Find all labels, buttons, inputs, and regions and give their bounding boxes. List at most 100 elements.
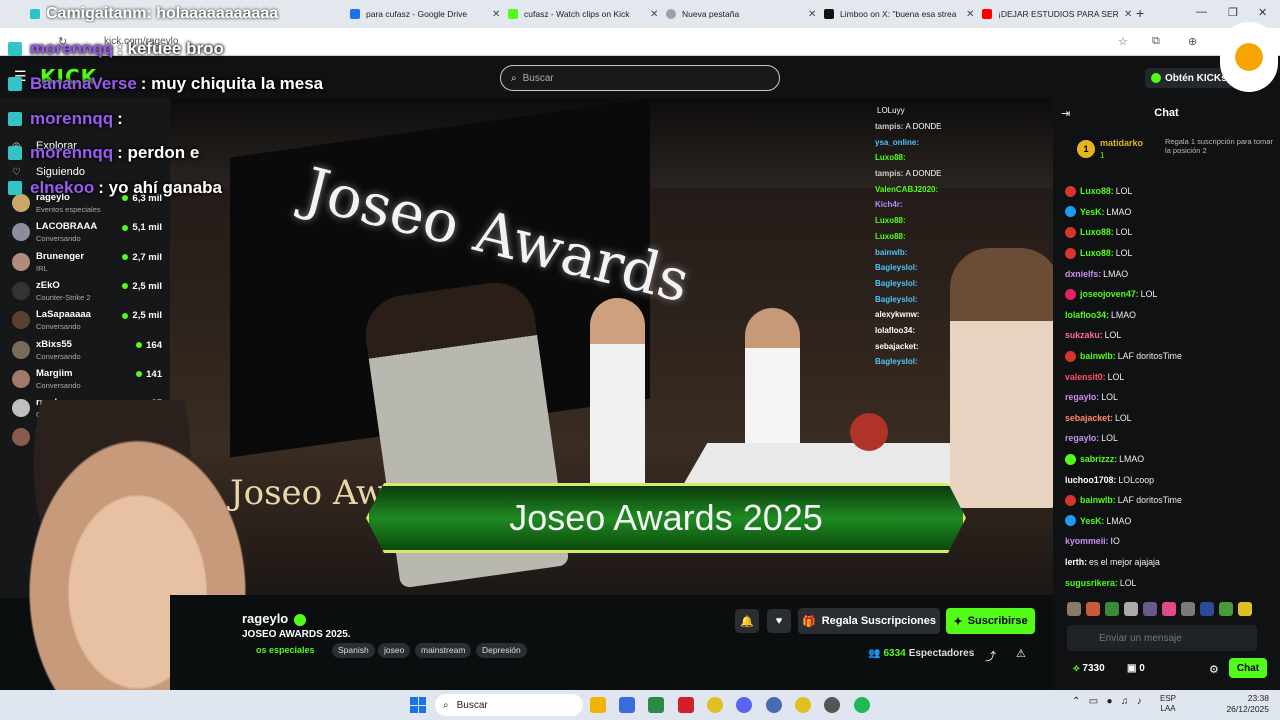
windows-start-button[interactable] (410, 697, 426, 713)
heart-icon: ♡ (12, 166, 21, 178)
chat-username[interactable]: lerth: (1065, 557, 1087, 567)
emote-icon[interactable] (1124, 602, 1138, 616)
chat-username[interactable]: Luxo88: (1080, 186, 1114, 196)
new-tab-button[interactable]: + (1136, 5, 1144, 21)
emote-icon[interactable] (1162, 602, 1176, 616)
close-icon[interactable]: ✕ (1124, 9, 1132, 20)
stream-chat-line: tampis: A DONDE (875, 119, 1025, 135)
channel-item[interactable]: LaSapaaaaa Conversando 2,5 mil (12, 307, 162, 335)
stream-chat-line: Luxo88: (875, 229, 1025, 245)
spotify-icon[interactable] (854, 697, 870, 713)
chat-username[interactable]: sabrizzz: (1080, 454, 1117, 464)
streamer-name[interactable]: rageylo (242, 611, 307, 626)
share-icon[interactable]: ⤴ (985, 648, 996, 664)
browser-tab[interactable]: Nueva pestaña ✕ (658, 4, 818, 24)
chat-username[interactable]: regaylo: (1065, 433, 1099, 443)
app-icon[interactable] (648, 697, 664, 713)
bookmark-star-icon[interactable]: ☆ (1118, 35, 1128, 48)
chat-username[interactable]: valensit0: (1065, 372, 1106, 382)
chat-input[interactable] (1099, 632, 1209, 644)
clock[interactable]: 23:38 26/12/2025 (1224, 693, 1269, 715)
user-avatar[interactable] (1220, 22, 1278, 92)
tag-pill[interactable]: Depresión (476, 643, 527, 658)
chrome-icon[interactable] (707, 697, 723, 713)
chat-username[interactable]: bainwlb: (1080, 351, 1116, 361)
channel-viewers-count: 141 (146, 368, 162, 380)
emote-icon[interactable] (1219, 602, 1233, 616)
gift-subs-button[interactable]: 🎁 Regala Suscripciones (798, 608, 940, 634)
leaderboard-message: Regala 1 suscripción para tomar la posic… (1165, 137, 1273, 155)
tag-pill[interactable]: joseo (378, 643, 411, 658)
chat-username[interactable]: kyommeii: (1065, 536, 1109, 546)
browser-tab[interactable]: Limboo on X: "buena esa strea ✕ (816, 4, 976, 24)
emote-icon[interactable] (1086, 602, 1100, 616)
download-icon[interactable]: ⊕ (1188, 35, 1197, 48)
maximize-icon[interactable]: ❐ (1228, 6, 1238, 19)
clock-time: 23:38 (1247, 693, 1269, 703)
channel-item[interactable]: Brunenger IRL 2,7 mil (12, 249, 162, 277)
channel-item[interactable]: Margiim Conversando 141 (12, 366, 162, 394)
chat-username[interactable]: luchoo1708: (1065, 475, 1116, 485)
emote-icon[interactable] (1105, 602, 1119, 616)
app-icon[interactable] (678, 697, 694, 713)
file-explorer-icon[interactable] (590, 697, 606, 713)
video-player[interactable]: Joseo Awards Joseo Awards Joseo Awards 2… (170, 98, 1053, 595)
search-icon: ⌕ (511, 72, 517, 84)
browser-tab[interactable]: Camigaitanm: holaaaaaaaaaaa (22, 4, 342, 24)
close-window-icon[interactable]: ✕ (1258, 6, 1267, 19)
subscribe-button[interactable]: ✦ Suscribirse (946, 608, 1035, 634)
nav-following[interactable]: ♡ Siguiendo (12, 166, 85, 178)
system-tray[interactable]: ⌃ ▭ ● ♫ ♪ (1072, 696, 1142, 707)
stream-category[interactable]: os especiales (256, 645, 315, 655)
channel-item[interactable]: zEkO Counter-Strike 2 2,5 mil (12, 278, 162, 306)
stream-chat-line: Luxo88: (875, 150, 1025, 166)
chat-username[interactable]: bainwlb: (1080, 495, 1116, 505)
discord-icon[interactable] (736, 697, 752, 713)
chat-username[interactable]: joseojoven47: (1080, 289, 1139, 299)
gift-count[interactable]: ▣ 0 (1127, 663, 1145, 674)
language-indicator[interactable]: ESP LAA (1160, 694, 1176, 714)
chat-username[interactable]: regaylo: (1065, 392, 1099, 402)
chat-username[interactable]: sugusrikera: (1065, 578, 1118, 588)
tag-pill[interactable]: Spanish (332, 643, 375, 658)
tag-pill[interactable]: mainstream (415, 643, 472, 658)
channel-item[interactable]: xBixs55 Conversando 164 (12, 337, 162, 365)
chat-username[interactable]: Luxo88: (1080, 248, 1114, 258)
browser-tab[interactable]: ¡DEJAR ESTUDIOS PARA SER Y ✕ (974, 4, 1134, 24)
extensions-icon[interactable]: ⧉ (1152, 35, 1160, 48)
get-kicks-button[interactable]: Obtén KICKs (1145, 68, 1233, 88)
chat-message: valensit0: LOL (1065, 366, 1275, 387)
app-icon[interactable] (824, 697, 840, 713)
kick-points[interactable]: ⟡ 7330 (1073, 663, 1105, 674)
get-kicks-label: Obtén KICKs (1165, 72, 1227, 84)
chat-username[interactable]: YesK: (1080, 207, 1104, 217)
emote-icon[interactable] (1143, 602, 1157, 616)
minimize-icon[interactable]: — (1196, 6, 1207, 18)
app-icon[interactable] (766, 697, 782, 713)
browser-tab[interactable]: cufasz - Watch clips on Kick ✕ (500, 4, 660, 24)
chat-username[interactable]: Luxo88: (1080, 227, 1114, 237)
emote-icon[interactable] (1200, 602, 1214, 616)
taskbar-search[interactable]: ⌕ Buscar (435, 694, 583, 716)
channel-name: Brunenger (36, 250, 85, 262)
chat-username[interactable]: sukzaku: (1065, 330, 1103, 340)
leader-username[interactable]: matidarko (1100, 138, 1143, 148)
emote-icon[interactable] (1181, 602, 1195, 616)
chrome-icon[interactable] (795, 697, 811, 713)
chat-username[interactable]: lolafloo34: (1065, 310, 1109, 320)
store-icon[interactable] (619, 697, 635, 713)
report-icon[interactable]: ⚠ (1016, 647, 1026, 660)
search-bar[interactable]: ⌕ Buscar (500, 65, 780, 91)
chat-username[interactable]: YesK: (1080, 516, 1104, 526)
browser-tab[interactable]: para cufasz - Google Drive ✕ (342, 4, 502, 24)
gear-icon[interactable]: ⚙ (1209, 663, 1219, 676)
emote-icon[interactable] (1238, 602, 1252, 616)
emote-icon[interactable] (1067, 602, 1081, 616)
chat-input-box[interactable] (1067, 625, 1257, 651)
send-chat-button[interactable]: Chat (1229, 658, 1267, 678)
follow-button[interactable]: ♥ (767, 609, 791, 633)
chat-username[interactable]: dxnielfs: (1065, 269, 1101, 279)
notification-bell-button[interactable]: 🔔 (735, 609, 759, 633)
chat-username[interactable]: sebajacket: (1065, 413, 1113, 423)
channel-item[interactable]: LACOBRAAA Conversando 5,1 mil (12, 219, 162, 247)
